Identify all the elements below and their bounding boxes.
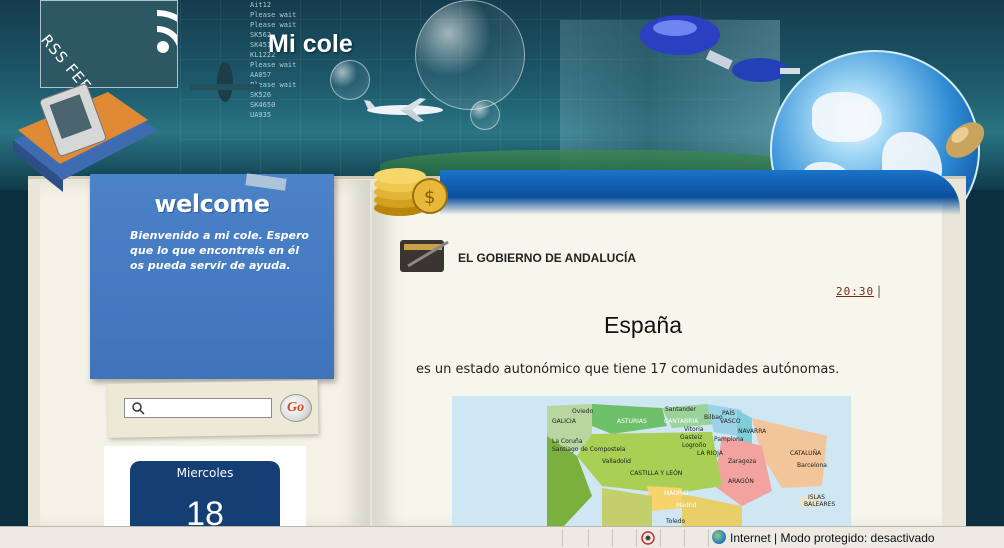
map-label: Barcelona	[797, 462, 827, 469]
notebook-icon	[400, 240, 449, 272]
search-button[interactable]: Go	[280, 394, 312, 422]
status-divider	[612, 529, 613, 547]
bubble-decoration	[415, 0, 525, 110]
status-divider	[660, 529, 661, 547]
map-label: ISLAS	[808, 494, 825, 501]
map-label: Santander	[665, 406, 697, 413]
spain-map-image: Oviedo Santander Bilbao PAÍS VASCO GALIC…	[452, 396, 851, 528]
map-label: Gasteiz	[680, 434, 703, 441]
flight-row: UA935	[250, 111, 272, 119]
map-label: CATALUÑA	[790, 450, 822, 457]
map-label: Pamplona	[714, 436, 744, 443]
status-divider	[636, 529, 637, 547]
dart-icon	[640, 15, 733, 70]
privacy-icon[interactable]	[640, 530, 656, 546]
post-time-link[interactable]: 20:30	[836, 285, 874, 298]
map-label: NAVARRA	[738, 428, 767, 435]
dart-icon	[945, 122, 985, 158]
calendar-day-name: Miercoles	[176, 466, 234, 480]
tape-decoration	[245, 173, 287, 191]
map-label: Logroño	[682, 442, 707, 449]
map-label: La Coruña	[552, 438, 583, 445]
flight-row: Please wait	[250, 11, 297, 19]
status-divider	[588, 529, 589, 547]
zone-text: Internet | Modo protegido: desactivado	[730, 531, 935, 545]
map-label: BALEARES	[804, 501, 836, 508]
search-button-label: Go	[287, 400, 305, 415]
bubble-decoration	[330, 60, 370, 100]
map-label: PAÍS	[722, 410, 735, 417]
airplane-icon	[190, 62, 260, 102]
map-label: LA RIOJA	[697, 450, 723, 457]
status-divider	[562, 529, 563, 547]
status-divider	[684, 529, 685, 547]
search-icon	[132, 402, 145, 415]
map-label: GALICIA	[552, 418, 576, 425]
map-label: ARAGÓN	[728, 478, 754, 485]
search-field[interactable]	[124, 398, 272, 418]
map-label: Valladolid	[602, 458, 631, 465]
map-label: CASTILLA Y LEÓN	[630, 470, 683, 477]
site-title[interactable]: Mi cole	[268, 30, 353, 59]
post-heading: España	[604, 312, 683, 338]
map-regions	[547, 404, 827, 528]
blue-header-band	[440, 170, 960, 215]
welcome-text: Bienvenido a mi cole. Espero que lo que …	[130, 229, 309, 272]
rss-feed-link[interactable]: RSS FEED	[40, 0, 178, 88]
map-label: CANTABRIA	[664, 418, 699, 425]
security-zone[interactable]: Internet | Modo protegido: desactivado	[712, 530, 935, 545]
map-label: ASTURIAS	[617, 418, 647, 425]
map-label: Toledo	[666, 518, 686, 525]
airplane-icon	[364, 98, 443, 122]
welcome-note: welcome Bienvenido a mi cole. Espero que…	[90, 173, 334, 379]
map-label: Oviedo	[572, 408, 594, 415]
map-label: Vitoria	[684, 426, 704, 433]
welcome-title: welcome	[154, 190, 270, 218]
map-label: Madrid	[676, 502, 697, 509]
status-divider	[708, 529, 709, 547]
post-body-text: es un estado autonómico que tiene 17 com…	[416, 362, 840, 377]
flight-row: SK4650	[250, 101, 276, 109]
map-label: Zaragoza	[728, 458, 757, 465]
bubble-decoration	[470, 100, 500, 130]
flight-row: Please wait	[250, 21, 297, 29]
map-label: VASCO	[720, 418, 741, 425]
map-label: MADRID	[664, 490, 689, 497]
post-title[interactable]: EL GOBIERNO DE ANDALUCÍA	[458, 251, 636, 265]
internet-globe-icon	[712, 530, 726, 544]
dart-icon	[732, 58, 800, 82]
browser-status-bar: Internet | Modo protegido: desactivado	[0, 526, 1004, 548]
search-input[interactable]	[149, 400, 269, 416]
map-label: Santiago de Compostela	[552, 446, 626, 453]
svg-text:$: $	[424, 187, 435, 208]
globe-land	[812, 92, 882, 142]
coins-icon: $	[374, 168, 448, 216]
rss-icon	[156, 10, 177, 53]
flight-row: Ait12	[250, 1, 272, 9]
post-time-separator: |	[877, 284, 882, 298]
